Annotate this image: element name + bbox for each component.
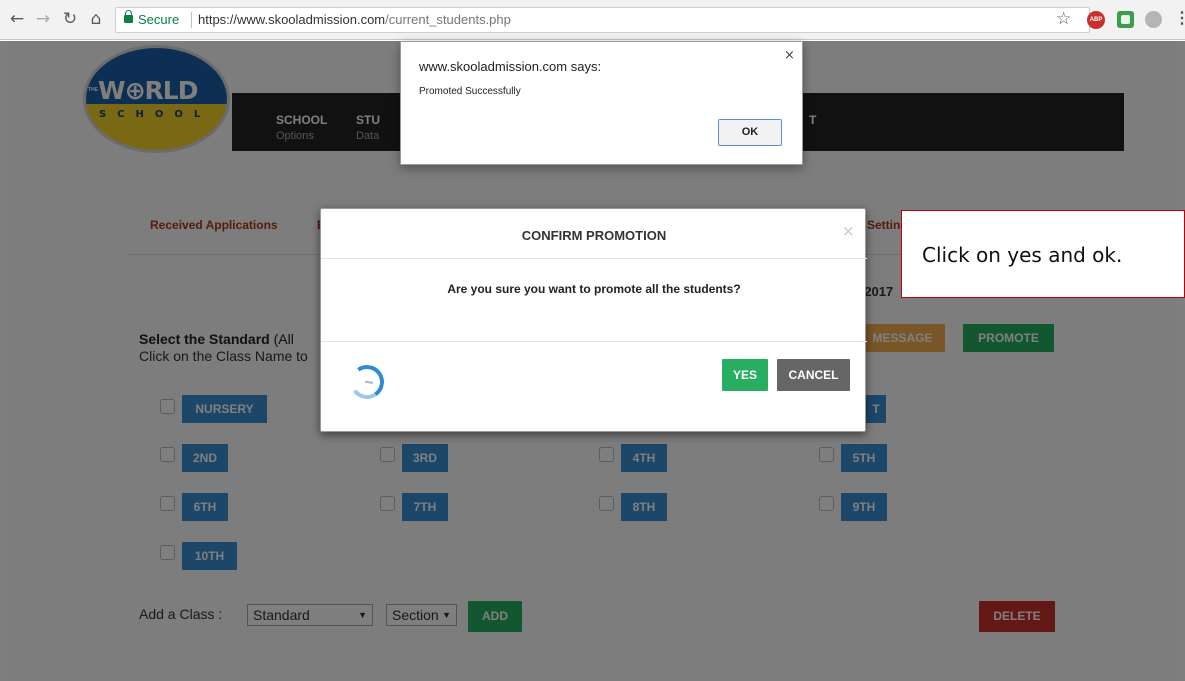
abp-extension-icon[interactable]: ABP	[1087, 11, 1105, 29]
alert-dialog: www.skooladmission.com says: Promoted Su…	[400, 41, 803, 165]
forward-icon[interactable]: →	[32, 8, 54, 30]
confirm-promotion-modal: CONFIRM PROMOTION × Are you sure you wan…	[320, 208, 867, 432]
modal-divider	[321, 341, 867, 342]
green-extension-icon[interactable]	[1117, 11, 1134, 28]
back-icon[interactable]: ←	[6, 8, 28, 30]
spinner-icon	[347, 362, 387, 402]
spinner-center	[364, 380, 374, 385]
modal-divider	[321, 258, 867, 259]
modal-title: CONFIRM PROMOTION	[521, 228, 667, 243]
browser-toolbar: ← → ↻ ⌂ Secure https://www.skooladmissio…	[0, 0, 1185, 40]
browser-window: ← → ↻ ⌂ Secure https://www.skooladmissio…	[0, 0, 1185, 681]
modal-question: Are you sure you want to promote all the…	[447, 282, 741, 296]
menu-icon[interactable]: ⋮	[1174, 8, 1185, 30]
gray-extension-icon[interactable]	[1145, 11, 1162, 28]
lock-icon	[124, 10, 133, 23]
address-bar[interactable]: Secure https://www.skooladmission.com/cu…	[115, 7, 1090, 33]
address-separator	[191, 12, 192, 28]
cancel-button[interactable]: CANCEL	[777, 359, 850, 391]
close-icon[interactable]: ×	[784, 48, 795, 63]
close-icon[interactable]: ×	[842, 222, 855, 240]
secure-label: Secure	[138, 12, 180, 27]
url-text: https://www.skooladmission.com/current_s…	[198, 8, 511, 32]
web-page: THE W⊕RLD SCHOOL SCHOOL Options STU Data…	[0, 41, 1185, 681]
yes-button[interactable]: YES	[722, 359, 768, 391]
url-path: /current_students.php	[385, 12, 511, 27]
ok-button[interactable]: OK	[718, 119, 782, 146]
home-icon[interactable]: ⌂	[85, 8, 107, 30]
instruction-callout: Click on yes and ok.	[901, 210, 1185, 298]
url-host: https://www.skooladmission.com	[198, 12, 386, 27]
alert-title: www.skooladmission.com says:	[419, 59, 602, 74]
reload-icon[interactable]: ↻	[59, 8, 81, 30]
alert-message: Promoted Successfully	[419, 86, 521, 97]
star-icon[interactable]: ☆	[1056, 9, 1071, 29]
